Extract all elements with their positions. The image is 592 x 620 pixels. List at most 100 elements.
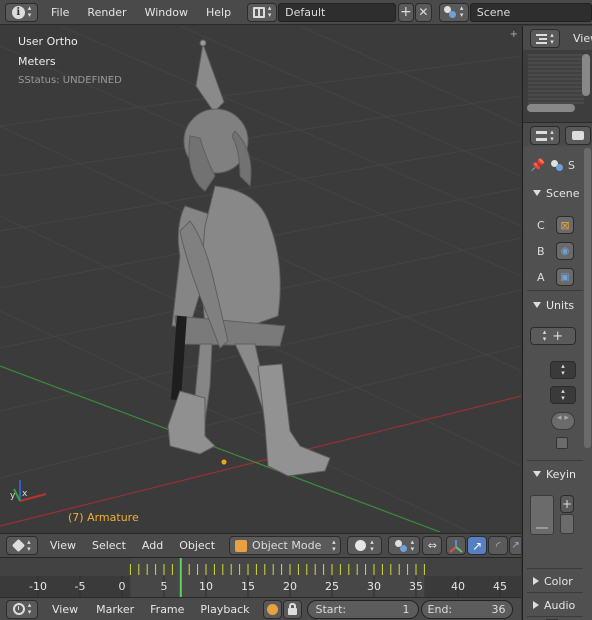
gravity-panel-header[interactable]: ✓ Gr [523, 616, 585, 620]
units-preset-button[interactable]: ▴ ▾ + [530, 327, 576, 345]
screen-layout-selector[interactable]: ▴ ▾ [247, 2, 278, 22]
timeline-header: ▴ ▾ View Marker Frame Playback Start: 1 E… [0, 597, 521, 620]
scene-selector[interactable]: ▴ ▾ [438, 2, 469, 22]
rotate-manipulator-button[interactable]: ◜ [488, 536, 509, 555]
view-name-label: User Ortho [18, 35, 78, 48]
panel-separator [527, 290, 583, 291]
triangle-right-icon [533, 601, 539, 609]
menu-window[interactable]: Window [136, 6, 197, 19]
area-split-icon[interactable]: + [510, 29, 518, 40]
viewport-menu-select[interactable]: Select [84, 539, 134, 552]
background-scene-button[interactable]: ◉ [556, 242, 574, 260]
menu-file[interactable]: File [42, 6, 78, 19]
camera-icon [572, 131, 584, 140]
cube-icon [12, 538, 26, 553]
timeline-menu-playback[interactable]: Playback [192, 603, 257, 616]
properties-scrollbar[interactable] [584, 148, 591, 448]
active-clip-row-label: A [537, 271, 545, 284]
rotation-units-dropdown[interactable]: ▴ ▾ [550, 386, 576, 404]
editor-type-button[interactable]: i ▴ ▾ [5, 2, 38, 22]
timeline-menu-frame[interactable]: Frame [142, 603, 192, 616]
timeline-ruler[interactable]: -10 -5 0 5 10 15 20 25 30 35 40 45 [0, 557, 521, 598]
units-panel-title: Units [546, 298, 575, 312]
interaction-mode-selector[interactable]: Object Mode ▴ ▾ [229, 536, 341, 555]
pivot-point-selector[interactable]: ▴ ▾ [388, 536, 421, 555]
outliner-hscrollbar[interactable] [527, 104, 575, 112]
add-keying-set-button[interactable]: + [560, 495, 574, 513]
render-context-tab[interactable] [565, 126, 591, 145]
timeline-menu-marker[interactable]: Marker [88, 603, 142, 616]
chevron-updown-icon: ▴ ▾ [542, 328, 547, 343]
color-panel-title: Color [544, 574, 573, 588]
keying-set-list[interactable] [530, 495, 554, 535]
close-icon: ✕ [418, 5, 429, 19]
remove-screen-button[interactable]: ✕ [415, 2, 432, 22]
menu-render[interactable]: Render [78, 6, 135, 19]
screen-layout-name-field[interactable]: Default [278, 2, 396, 22]
scene-small-icon: ◉ [560, 245, 570, 257]
camera-field-button[interactable]: ⊠ [556, 216, 574, 234]
lock-range-button[interactable] [282, 599, 302, 619]
x-axis-line [0, 395, 521, 527]
triangle-right-icon [533, 577, 539, 585]
viewport-menu-view[interactable]: View [42, 539, 84, 552]
clock-icon [12, 603, 25, 615]
active-clip-button[interactable]: ▣ [556, 268, 574, 286]
separate-units-checkbox[interactable] [556, 437, 568, 449]
audio-panel-header[interactable]: Audio [523, 594, 585, 616]
preview-range-button[interactable] [262, 599, 282, 619]
end-frame-value: 36 [491, 602, 506, 616]
end-frame-field[interactable]: End: 36 [420, 599, 513, 619]
timeline-editor-type-button[interactable]: ▴ ▾ [6, 599, 38, 619]
viewport-editor-type-button[interactable]: ▴ ▾ [6, 536, 38, 555]
blender-window: i ▴ ▾ File Render Window Help ▴ ▾ Default … [0, 0, 592, 620]
ruler-tick-label: 20 [283, 580, 297, 593]
viewport-menu-add[interactable]: Add [134, 539, 171, 552]
units-panel-header[interactable]: Units [523, 294, 585, 316]
camera-row-label: C [537, 219, 545, 232]
scene-panel-header[interactable]: Scene [523, 182, 585, 204]
viewport-menu-object[interactable]: Object [171, 539, 223, 552]
viewport-shading-selector[interactable]: ▴ ▾ [346, 536, 383, 555]
scale-manipulator-button[interactable]: ↗ [509, 536, 521, 555]
camera-object-icon: ⊠ [560, 218, 570, 232]
ruler-tick-label: 45 [493, 580, 507, 593]
panel-separator [527, 568, 583, 569]
chevron-updown-icon: ▴ ▾ [332, 537, 336, 553]
manipulator-toggle-button[interactable] [446, 536, 467, 555]
units-label: Meters [18, 55, 56, 68]
start-frame-field[interactable]: Start: 1 [306, 599, 419, 619]
properties-editor-type-button[interactable]: ▴ ▾ [530, 126, 560, 145]
scene-name-field[interactable]: Scene [469, 2, 592, 22]
timeline-menu-view[interactable]: View [42, 603, 88, 616]
unit-system-dropdown[interactable]: ▴ ▾ [550, 361, 576, 379]
start-frame-value: 1 [402, 602, 410, 616]
properties-header: ▴ ▾ [523, 122, 592, 146]
keying-panel-header[interactable]: Keyin [523, 463, 585, 485]
chevron-updown-icon: ▴ ▾ [267, 4, 272, 19]
plus-icon: + [552, 328, 564, 344]
outliner-editor-type-button[interactable]: ▴ ▾ [530, 29, 560, 48]
translate-arrow-icon: ↗ [472, 538, 483, 553]
remove-keying-set-button[interactable] [560, 514, 574, 534]
audio-panel-title: Audio [544, 598, 576, 612]
menu-help[interactable]: Help [197, 6, 240, 19]
manipulator-center-button[interactable]: ⇔ [422, 536, 443, 555]
chevron-updown-icon: ▴ ▾ [370, 537, 374, 553]
translate-manipulator-button[interactable]: ↗ [467, 536, 488, 555]
outliner-scrollbar[interactable] [582, 54, 590, 96]
unit-scale-field[interactable]: ◂ ▸ [551, 412, 575, 430]
clip-icon: ▣ [560, 271, 570, 283]
svg-text:y: y [10, 491, 16, 501]
3d-viewport[interactable]: y x User Ortho Meters SStatus: UNDEFINED… [0, 26, 521, 532]
triangle-down-icon [533, 190, 541, 196]
color-panel-header[interactable]: Color [523, 570, 585, 592]
context-scene-label: S [568, 159, 575, 172]
pivot-icon [394, 539, 408, 552]
object-origin-marker[interactable] [220, 458, 228, 466]
scene-panel-title: Scene [546, 186, 580, 200]
outliner-view-label[interactable]: View [573, 32, 592, 45]
scene-icon [443, 6, 457, 18]
add-screen-button[interactable]: + [397, 2, 415, 22]
pin-icon[interactable]: 📌 [530, 158, 545, 172]
